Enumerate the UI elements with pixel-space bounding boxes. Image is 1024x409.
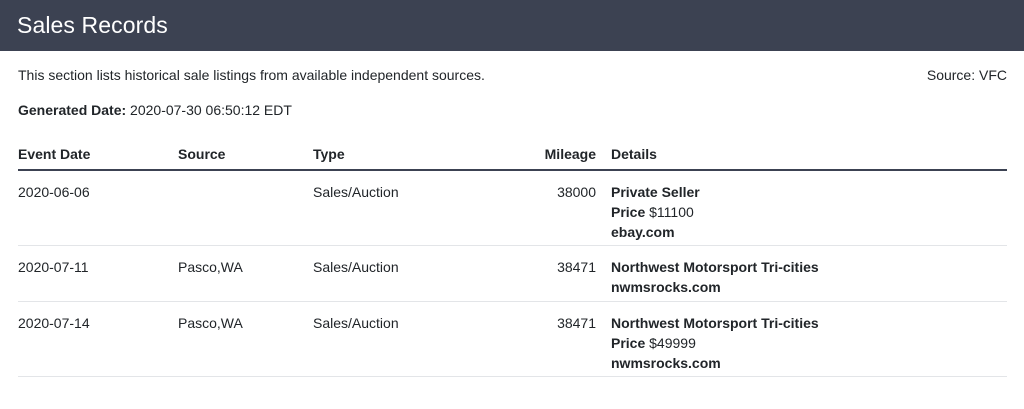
table-row: 2020-07-11 Pasco,WA Sales/Auction 38471 … xyxy=(18,246,1007,302)
event-date-cell: 2020-06-06 xyxy=(18,184,90,200)
type-cell: Sales/Auction xyxy=(313,259,399,275)
sales-records-table: Event Date Source Type Mileage Details 2… xyxy=(18,140,1007,377)
generated-date-value: 2020-07-30 06:50:12 EDT xyxy=(130,102,292,118)
mileage-cell: 38000 xyxy=(557,184,596,200)
table-row: 2020-06-06 Sales/Auction 38000 Private S… xyxy=(18,171,1007,246)
price-value: $11100 xyxy=(649,204,694,220)
event-date-cell: 2020-07-11 xyxy=(18,259,89,275)
table-row: 2020-07-14 Pasco,WA Sales/Auction 38471 … xyxy=(18,302,1007,377)
mileage-cell: 38471 xyxy=(557,315,596,331)
column-header-details: Details xyxy=(611,146,657,162)
price-line: Price $49999 xyxy=(611,333,819,353)
sales-records-panel: Sales Records This section lists histori… xyxy=(0,0,1024,409)
price-label: Price xyxy=(611,335,646,351)
listing-site: ebay.com xyxy=(611,224,675,240)
seller-name: Northwest Motorsport Tri-cities xyxy=(611,259,819,275)
intro-text: This section lists historical sale listi… xyxy=(18,67,485,83)
table-header: Event Date Source Type Mileage Details xyxy=(18,140,1007,171)
event-date-cell: 2020-07-14 xyxy=(18,315,90,331)
generated-date-label: Generated Date: xyxy=(18,102,127,118)
listing-site: nwmsrocks.com xyxy=(611,279,721,295)
details-cell: Northwest Motorsport Tri-cities nwmsrock… xyxy=(611,257,819,297)
type-cell: Sales/Auction xyxy=(313,184,399,200)
generated-date: Generated Date: 2020-07-30 06:50:12 EDT xyxy=(18,102,292,118)
type-cell: Sales/Auction xyxy=(313,315,399,331)
details-cell: Private Seller Price $11100 ebay.com xyxy=(611,182,700,242)
column-header-source: Source xyxy=(178,146,226,162)
seller-name: Private Seller xyxy=(611,184,700,200)
section-header: Sales Records xyxy=(0,0,1024,51)
column-header-event-date: Event Date xyxy=(18,146,91,162)
data-source-label: Source: VFC xyxy=(926,67,1007,83)
price-value: $49999 xyxy=(649,335,696,351)
mileage-cell: 38471 xyxy=(557,259,596,275)
price-line: Price $11100 xyxy=(611,202,700,222)
column-header-type: Type xyxy=(313,146,345,162)
source-cell: Pasco,WA xyxy=(178,315,243,331)
section-title: Sales Records xyxy=(17,12,168,38)
column-header-mileage: Mileage xyxy=(544,146,596,162)
details-cell: Northwest Motorsport Tri-cities Price $4… xyxy=(611,313,819,373)
seller-name: Northwest Motorsport Tri-cities xyxy=(611,315,819,331)
source-cell: Pasco,WA xyxy=(178,259,243,275)
price-label: Price xyxy=(611,204,646,220)
listing-site: nwmsrocks.com xyxy=(611,355,721,371)
